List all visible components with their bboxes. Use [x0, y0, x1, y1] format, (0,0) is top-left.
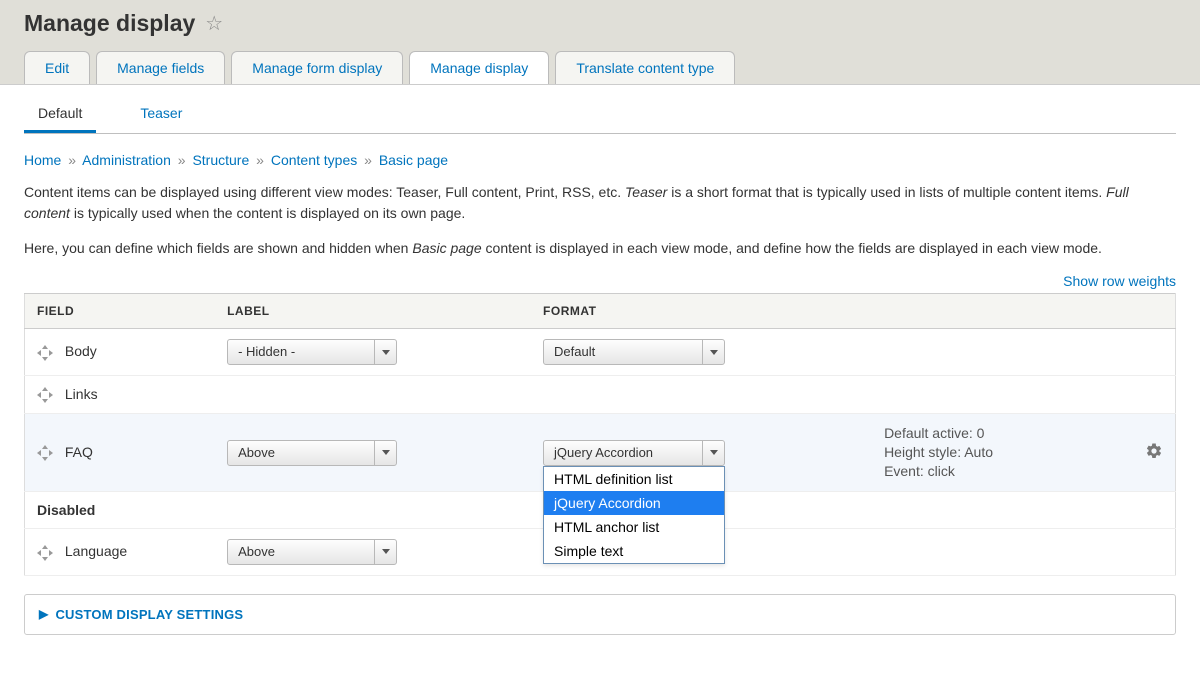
breadcrumb-separator: »	[65, 152, 79, 168]
dropdown-option[interactable]: Simple text	[544, 539, 724, 563]
select-value: Default	[554, 344, 595, 359]
th-field: FIELD	[25, 294, 216, 329]
dropdown-option[interactable]: jQuery Accordion	[544, 491, 724, 515]
content-region: Default Teaser Home » Administration » S…	[0, 91, 1200, 659]
help-span: is a short format that is typically used…	[667, 184, 1106, 200]
summary-line: Default active: 0	[884, 424, 1121, 443]
primary-tabs: Edit Manage fields Manage form display M…	[0, 51, 1200, 84]
page-title: Manage display	[24, 10, 195, 37]
label-select[interactable]: Above	[227, 539, 397, 565]
label-select[interactable]: - Hidden -	[227, 339, 397, 365]
formatter-summary: Default active: 0 Height style: Auto Eve…	[872, 414, 1133, 492]
help-em: Basic page	[412, 240, 481, 256]
format-select[interactable]: jQuery Accordion	[543, 440, 725, 466]
tab-edit[interactable]: Edit	[24, 51, 90, 84]
tab-label: Manage display	[430, 60, 528, 76]
show-row-weights-link[interactable]: Show row weights	[1063, 273, 1176, 289]
tab-label: Edit	[45, 60, 69, 76]
subtab-label: Teaser	[140, 105, 182, 121]
table-row: FAQ Above jQuery Accordion	[25, 414, 1176, 492]
field-name: FAQ	[65, 444, 93, 460]
chevron-down-icon	[374, 540, 396, 564]
summary-line: Height style: Auto	[884, 443, 1121, 462]
subtab-default[interactable]: Default	[24, 91, 96, 133]
th-label: LABEL	[215, 294, 531, 329]
breadcrumb-separator: »	[361, 152, 375, 168]
star-icon[interactable]: ☆	[205, 14, 223, 34]
subtab-label: Default	[38, 105, 82, 121]
breadcrumb: Home » Administration » Structure » Cont…	[24, 152, 1176, 168]
help-text-1: Content items can be displayed using dif…	[24, 182, 1176, 224]
th-ops	[1133, 294, 1176, 329]
dropdown-option[interactable]: HTML definition list	[544, 467, 724, 491]
table-row: Links	[25, 376, 1176, 414]
chevron-down-icon	[374, 340, 396, 364]
tab-manage-fields[interactable]: Manage fields	[96, 51, 225, 84]
select-value: - Hidden -	[238, 344, 295, 359]
breadcrumb-link[interactable]: Home	[24, 152, 61, 168]
triangle-right-icon: ▶	[39, 608, 48, 620]
format-select[interactable]: Default	[543, 339, 725, 365]
details-title: CUSTOM DISPLAY SETTINGS	[55, 607, 243, 622]
breadcrumb-link[interactable]: Structure	[192, 152, 249, 168]
tab-manage-form-display[interactable]: Manage form display	[231, 51, 403, 84]
row-weights-row: Show row weights	[24, 273, 1176, 289]
table-row: Body - Hidden - Default	[25, 329, 1176, 376]
drag-handle-icon[interactable]	[37, 445, 53, 461]
label-select[interactable]: Above	[227, 440, 397, 466]
help-span: Here, you can define which fields are sh…	[24, 240, 412, 256]
help-em: Teaser	[625, 184, 667, 200]
gear-icon[interactable]	[1145, 447, 1163, 463]
help-text-2: Here, you can define which fields are sh…	[24, 238, 1176, 259]
tab-translate-content-type[interactable]: Translate content type	[555, 51, 735, 84]
display-table: FIELD LABEL FORMAT Body - Hidden -	[24, 293, 1176, 576]
breadcrumb-link[interactable]: Content types	[271, 152, 357, 168]
secondary-tabs: Default Teaser	[24, 91, 1176, 134]
breadcrumb-separator: »	[253, 152, 267, 168]
help-span: is typically used when the content is di…	[70, 205, 465, 221]
help-span: content is displayed in each view mode, …	[482, 240, 1102, 256]
breadcrumb-link[interactable]: Basic page	[379, 152, 448, 168]
breadcrumb-link[interactable]: Administration	[82, 152, 171, 168]
header-bar: Manage display ☆ Edit Manage fields Mana…	[0, 0, 1200, 85]
details-summary[interactable]: ▶ CUSTOM DISPLAY SETTINGS	[25, 595, 1175, 634]
format-dropdown[interactable]: HTML definition list jQuery Accordion HT…	[543, 466, 725, 564]
tab-manage-display[interactable]: Manage display	[409, 51, 549, 84]
select-value: Above	[238, 544, 275, 559]
th-summary	[872, 294, 1133, 329]
drag-handle-icon[interactable]	[37, 545, 53, 561]
summary-line: Event: click	[884, 462, 1121, 481]
format-select-wrap: jQuery Accordion HTML definition list jQ…	[543, 440, 725, 466]
chevron-down-icon	[374, 441, 396, 465]
drag-handle-icon[interactable]	[37, 387, 53, 403]
tab-label: Manage fields	[117, 60, 204, 76]
field-name: Body	[65, 343, 97, 359]
select-value: jQuery Accordion	[554, 445, 653, 460]
help-span: Content items can be displayed using dif…	[24, 184, 625, 200]
tab-label: Translate content type	[576, 60, 714, 76]
drag-handle-icon[interactable]	[37, 345, 53, 361]
tab-label: Manage form display	[252, 60, 382, 76]
breadcrumb-separator: »	[175, 152, 189, 168]
select-value: Above	[238, 445, 275, 460]
dropdown-option[interactable]: HTML anchor list	[544, 515, 724, 539]
subtab-teaser[interactable]: Teaser	[126, 91, 196, 133]
field-name: Language	[65, 543, 127, 559]
field-name: Links	[65, 386, 98, 402]
chevron-down-icon	[702, 340, 724, 364]
page-title-row: Manage display ☆	[0, 10, 1200, 51]
custom-display-settings-panel: ▶ CUSTOM DISPLAY SETTINGS	[24, 594, 1176, 635]
chevron-down-icon	[702, 441, 724, 465]
th-format: FORMAT	[531, 294, 872, 329]
